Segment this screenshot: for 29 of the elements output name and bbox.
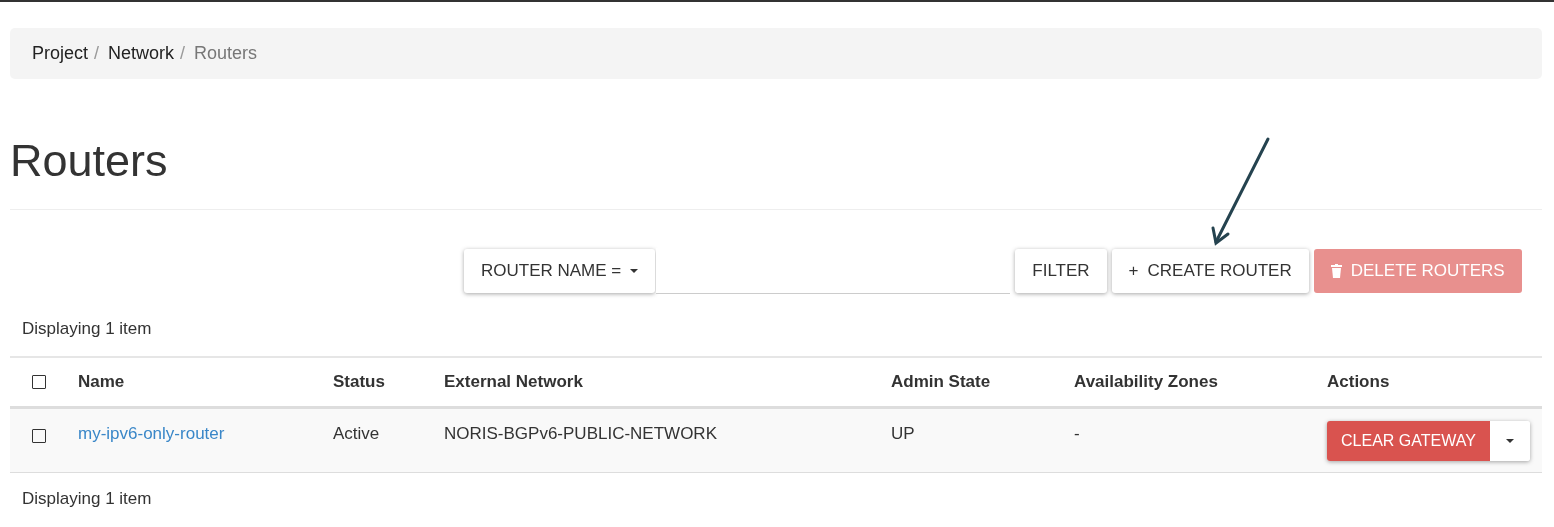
column-header: Availability Zones (1074, 372, 1218, 392)
breadcrumb-current: Routers (194, 43, 258, 64)
page-title: Routers (10, 134, 168, 188)
table-cell: Active (333, 424, 380, 444)
breadcrumb-link[interactable]: Project (32, 43, 89, 64)
column-header: Actions (1327, 372, 1390, 392)
row-checkbox[interactable] (32, 375, 46, 389)
column-header: Status (333, 372, 385, 392)
clear-gateway-button[interactable]: CLEAR GATEWAY (1327, 421, 1490, 461)
trash-icon (1330, 264, 1342, 278)
row-checkbox[interactable] (32, 429, 46, 443)
breadcrumb-separator: / (180, 43, 186, 64)
table-cell: NORIS-BGPv6-PUBLIC-NETWORK (444, 424, 717, 444)
caret-icon (630, 269, 639, 273)
filter-type-dropdown[interactable]: ROUTER NAME = (464, 249, 656, 293)
column-header: External Network (444, 372, 583, 392)
breadcrumb-link[interactable]: Network (108, 43, 175, 64)
breadcrumb-separator: / (94, 43, 100, 64)
router-name-link[interactable]: my-ipv6-only-router (78, 424, 225, 444)
table-cell: - (1074, 424, 1080, 444)
create-router-button[interactable]: + CREATE ROUTER (1111, 249, 1309, 293)
item-count: Displaying 1 item (21, 489, 153, 510)
table-cell: UP (891, 424, 915, 444)
actions-dropdown-button[interactable] (1489, 421, 1530, 461)
filter-button[interactable]: FILTER (1015, 249, 1107, 293)
caret-icon (1505, 439, 1514, 443)
column-header: Admin State (891, 372, 991, 392)
item-count: Displaying 1 item (21, 319, 153, 340)
column-header: Name (78, 372, 125, 392)
